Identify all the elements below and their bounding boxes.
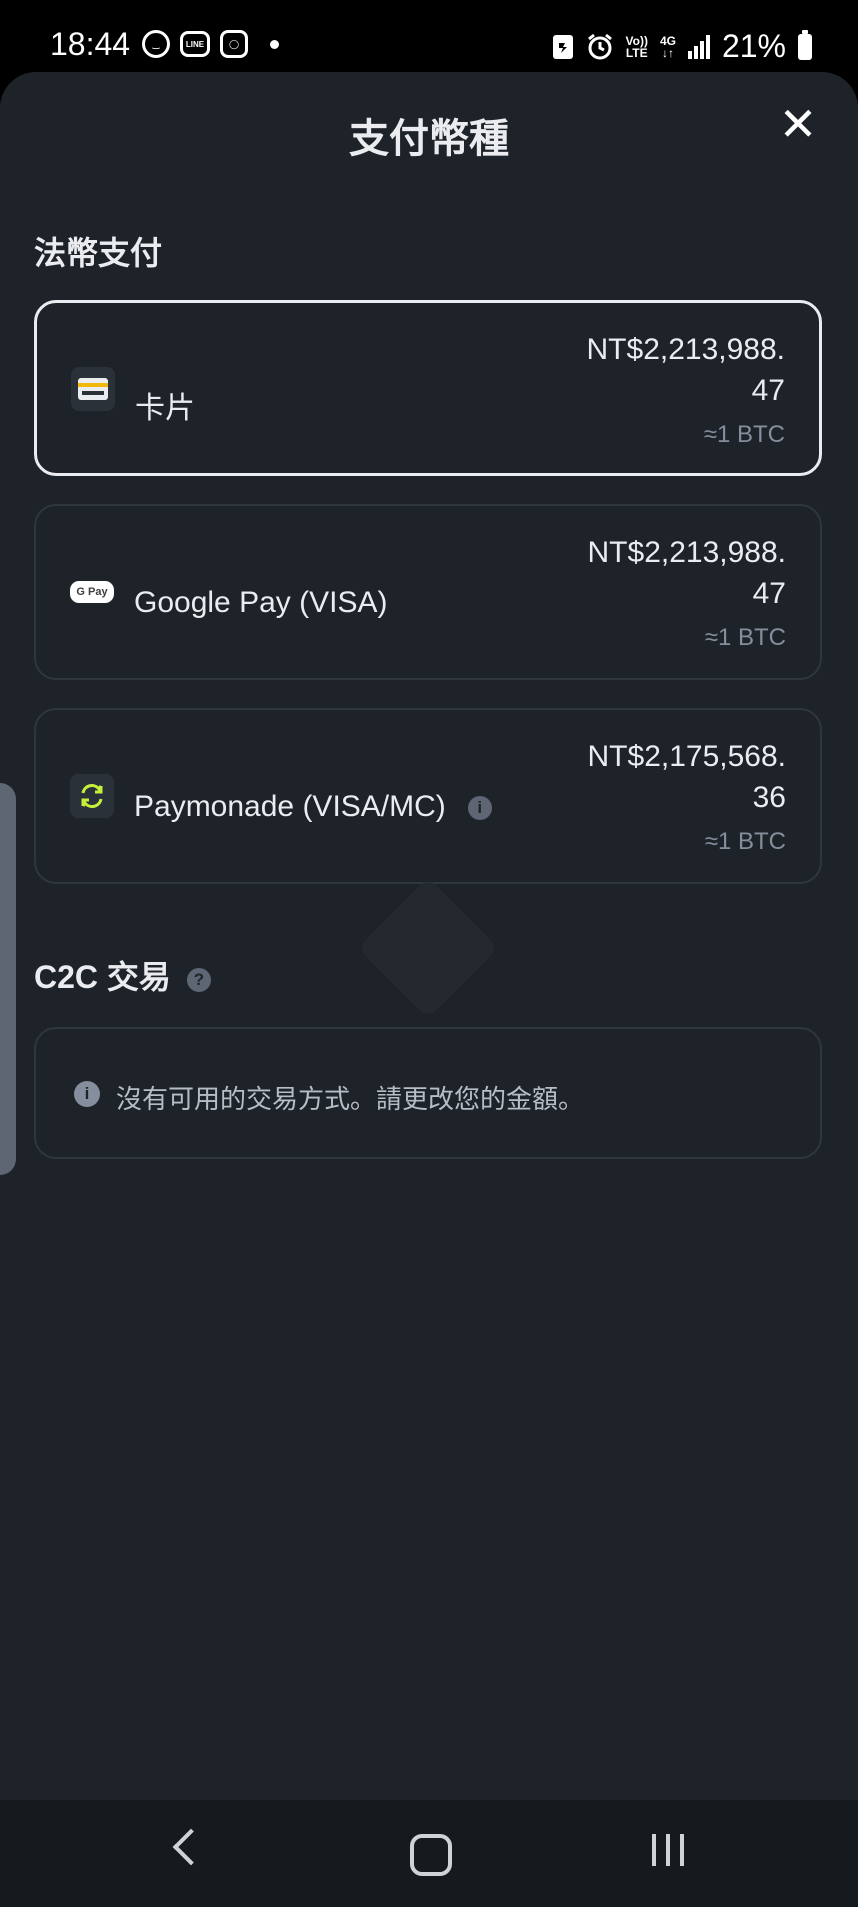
smile-icon: ‿ bbox=[142, 30, 170, 58]
battery-percent: 21% bbox=[721, 28, 786, 64]
sim-sync-icon bbox=[552, 34, 573, 59]
empty-message: 沒有可用的交易方式。請更改您的金額。 bbox=[116, 1084, 585, 1114]
network-indicator: 4G ↓↑ bbox=[659, 33, 676, 60]
home-icon[interactable] bbox=[410, 1834, 452, 1876]
system-icons: Vo)) LTE 4G ↓↑ 21% bbox=[552, 28, 812, 65]
method-name: Paymonade (VISA/MC) i bbox=[134, 790, 492, 824]
payment-method-google-pay[interactable]: G Pay Google Pay (VISA) NT$2,213,988. 47… bbox=[34, 504, 822, 680]
payment-currency-sheet: 支付幣種 ✕ 法幣支付 卡片 NT$2,213,988. 47 ≈1 BTC G… bbox=[0, 72, 858, 1800]
c2c-empty-state: i 沒有可用的交易方式。請更改您的金額。 bbox=[34, 1027, 822, 1159]
alarm-icon bbox=[587, 33, 612, 59]
method-price: NT$2,213,988. 47 bbox=[586, 333, 785, 407]
fiat-section-title: 法幣支付 bbox=[34, 235, 163, 271]
paymonade-info-icon[interactable]: i bbox=[467, 796, 492, 821]
line-icon: LINE bbox=[180, 31, 210, 57]
c2c-help-icon[interactable]: ? bbox=[186, 967, 211, 992]
payment-method-card[interactable]: 卡片 NT$2,213,988. 47 ≈1 BTC bbox=[34, 300, 822, 476]
volte-indicator: Vo)) LTE bbox=[625, 33, 648, 60]
paymonade-icon bbox=[70, 774, 114, 818]
battery-icon bbox=[798, 29, 812, 60]
method-price: NT$2,175,568. 36 bbox=[587, 740, 786, 814]
back-icon[interactable] bbox=[172, 1828, 210, 1866]
watermark-logo bbox=[357, 877, 499, 1019]
sheet-title: 支付幣種 bbox=[349, 117, 509, 161]
info-icon: i bbox=[74, 1081, 100, 1107]
method-approx: ≈1 BTC bbox=[704, 624, 786, 651]
google-pay-icon: G Pay bbox=[70, 570, 114, 614]
method-approx: ≈1 BTC bbox=[704, 828, 786, 855]
status-time: 18:44 bbox=[50, 26, 131, 62]
method-name: Google Pay (VISA) bbox=[134, 586, 388, 619]
more-notifications-icon bbox=[270, 39, 279, 49]
method-name: 卡片 bbox=[135, 392, 195, 425]
notification-icons: ‿ LINE ◯ bbox=[142, 30, 279, 58]
recent-apps-icon[interactable] bbox=[652, 1834, 684, 1866]
close-button[interactable]: ✕ bbox=[776, 101, 820, 147]
method-approx: ≈1 BTC bbox=[703, 421, 785, 448]
payment-method-paymonade[interactable]: Paymonade (VISA/MC) i NT$2,175,568. 36 ≈1… bbox=[34, 708, 822, 884]
method-price: NT$2,213,988. 47 bbox=[587, 536, 786, 610]
status-bar: 18:44 ‿ LINE ◯ Vo)) LTE 4G ↓↑ 21% bbox=[0, 0, 858, 72]
signal-icon bbox=[687, 34, 710, 59]
system-nav-bar bbox=[0, 1800, 858, 1907]
instagram-icon: ◯ bbox=[220, 30, 248, 58]
card-icon bbox=[71, 367, 115, 411]
c2c-section-title: C2C 交易? bbox=[34, 952, 211, 998]
edge-panel-handle[interactable] bbox=[0, 783, 16, 1175]
